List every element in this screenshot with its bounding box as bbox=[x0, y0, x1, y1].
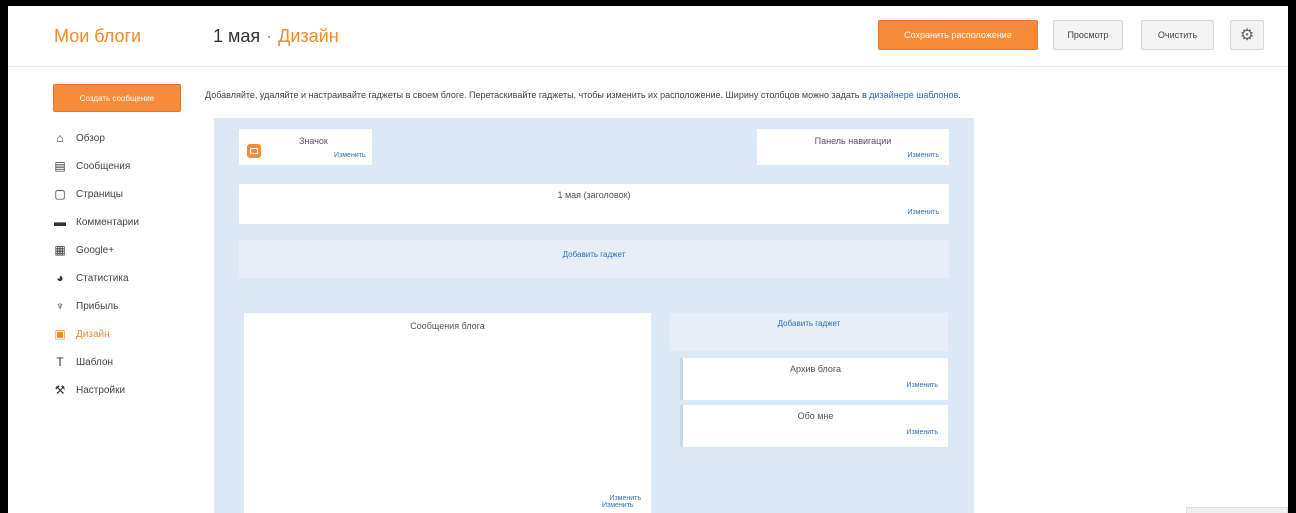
create-post-button[interactable]: Создать сообщение bbox=[53, 84, 181, 112]
sidebar-item-label: Шаблон bbox=[76, 356, 114, 368]
layout-icon: ▣ bbox=[54, 327, 66, 341]
navbar-edit-link[interactable]: Изменить bbox=[907, 152, 939, 159]
breadcrumb-separator: · bbox=[266, 26, 273, 46]
blogger-icon bbox=[247, 144, 261, 158]
sidebar-item-label: Сообщения bbox=[76, 160, 131, 172]
scroll-corner-tab bbox=[1186, 507, 1288, 513]
sidebar-item-label: Статистика bbox=[76, 272, 129, 284]
add-gadget-side-link[interactable]: Добавить гаджет bbox=[670, 319, 948, 328]
about-me-gadget-title: Обо мне bbox=[797, 411, 834, 421]
navbar-gadget-title: Панель навигации bbox=[814, 136, 892, 146]
blog-posts-edit-link[interactable]: Изменить bbox=[609, 495, 641, 502]
favicon-edit-link[interactable]: Изменить bbox=[334, 152, 366, 159]
wrench-icon: ⚒ bbox=[54, 383, 66, 397]
template-icon: T bbox=[56, 355, 64, 369]
sidebar-item-settings[interactable]: ⚒ Настройки bbox=[53, 376, 139, 404]
settings-button[interactable]: ⚙ bbox=[1230, 20, 1264, 50]
sidebar-item-label: Обзор bbox=[76, 132, 105, 144]
sidebar-item-template[interactable]: T Шаблон bbox=[53, 348, 139, 376]
sidebar-item-layout[interactable]: ▣ Дизайн bbox=[53, 320, 139, 348]
home-icon: ⌂ bbox=[56, 131, 64, 145]
archive-gadget-title: Архив блога bbox=[790, 364, 841, 374]
trophy-icon: ♆ bbox=[55, 299, 65, 313]
about-me-gadget[interactable]: Обо мне Изменить bbox=[680, 405, 948, 447]
layout-canvas: Значок Изменить Панель навигации Изменит… bbox=[214, 118, 974, 513]
google-plus-icon: ▦ bbox=[54, 243, 66, 257]
header-gadget[interactable]: 1 мая (заголовок) Изменить bbox=[239, 184, 949, 224]
sidebar-item-overview[interactable]: ⌂ Обзор bbox=[53, 124, 139, 152]
intro-text-body: Добавляйте, удаляйте и настраивайте гадж… bbox=[205, 90, 870, 100]
stats-icon: ◕ bbox=[56, 271, 64, 285]
archive-edit-link[interactable]: Изменить bbox=[906, 382, 938, 389]
sidebar-item-google-plus[interactable]: ▦ Google+ bbox=[53, 236, 139, 264]
footer-edit-link[interactable]: Изменить bbox=[602, 502, 634, 509]
sidebar-item-label: Страницы bbox=[76, 188, 123, 200]
breadcrumb-blog[interactable]: 1 мая bbox=[213, 26, 260, 46]
breadcrumb: 1 мая · Дизайн bbox=[213, 26, 339, 47]
navbar-gadget[interactable]: Панель навигации Изменить bbox=[757, 129, 949, 165]
blog-posts-gadget-title: Сообщения блога bbox=[410, 321, 485, 331]
comments-icon: ▬ bbox=[54, 215, 66, 229]
sidebar-item-stats[interactable]: ◕ Статистика bbox=[53, 264, 139, 292]
about-me-edit-link[interactable]: Изменить bbox=[906, 429, 938, 436]
top-header: Мои блоги 1 мая · Дизайн Сохранить располо… bbox=[8, 6, 1288, 67]
add-gadget-area-side: Добавить гаджет bbox=[670, 313, 948, 351]
sidebar: Создать сообщение ⌂ Обзор ▤ Сообщения ▢ … bbox=[8, 66, 198, 513]
template-designer-link[interactable]: дизайнере шаблонов bbox=[869, 90, 958, 100]
sidebar-item-label: Прибыль bbox=[76, 300, 119, 312]
archive-gadget[interactable]: Архив блога Изменить bbox=[680, 358, 948, 400]
sidebar-item-posts[interactable]: ▤ Сообщения bbox=[53, 152, 139, 180]
gear-icon: ⚙ bbox=[1239, 27, 1255, 44]
preview-button[interactable]: Просмотр bbox=[1053, 20, 1123, 50]
sidebar-item-label: Комментарии bbox=[76, 216, 139, 228]
main-content: Добавляйте, удаляйте и настраивайте гадж… bbox=[205, 66, 1288, 513]
pages-icon: ▢ bbox=[54, 187, 66, 201]
save-layout-button[interactable]: Сохранить расположение bbox=[878, 20, 1038, 50]
breadcrumb-section: Дизайн bbox=[278, 26, 339, 46]
intro-text-end: . bbox=[958, 90, 961, 100]
add-gadget-top-link[interactable]: Добавить гаджет bbox=[239, 250, 949, 259]
sidebar-item-label: Настройки bbox=[76, 384, 126, 396]
sidebar-item-pages[interactable]: ▢ Страницы bbox=[53, 180, 139, 208]
clear-button[interactable]: Очистить bbox=[1141, 20, 1214, 50]
favicon-gadget[interactable]: Значок Изменить bbox=[239, 129, 372, 165]
add-gadget-area-top: Добавить гаджет bbox=[239, 240, 949, 278]
sidebar-item-label: Google+ bbox=[76, 244, 115, 256]
sidebar-item-label: Дизайн bbox=[76, 328, 110, 340]
sidebar-item-comments[interactable]: ▬ Комментарии bbox=[53, 208, 139, 236]
sidebar-nav: ⌂ Обзор ▤ Сообщения ▢ Страницы ▬ Коммент… bbox=[53, 124, 139, 404]
my-blogs-link[interactable]: Мои блоги bbox=[54, 26, 141, 47]
header-edit-link[interactable]: Изменить bbox=[907, 209, 939, 216]
sidebar-item-earnings[interactable]: ♆ Прибыль bbox=[53, 292, 139, 320]
intro-text: Добавляйте, удаляйте и настраивайте гадж… bbox=[205, 90, 961, 100]
posts-icon: ▤ bbox=[54, 159, 66, 173]
blog-posts-gadget[interactable]: Сообщения блога Изменить bbox=[244, 313, 651, 513]
favicon-gadget-title: Значок bbox=[299, 136, 328, 146]
header-gadget-title: 1 мая (заголовок) bbox=[557, 190, 631, 200]
